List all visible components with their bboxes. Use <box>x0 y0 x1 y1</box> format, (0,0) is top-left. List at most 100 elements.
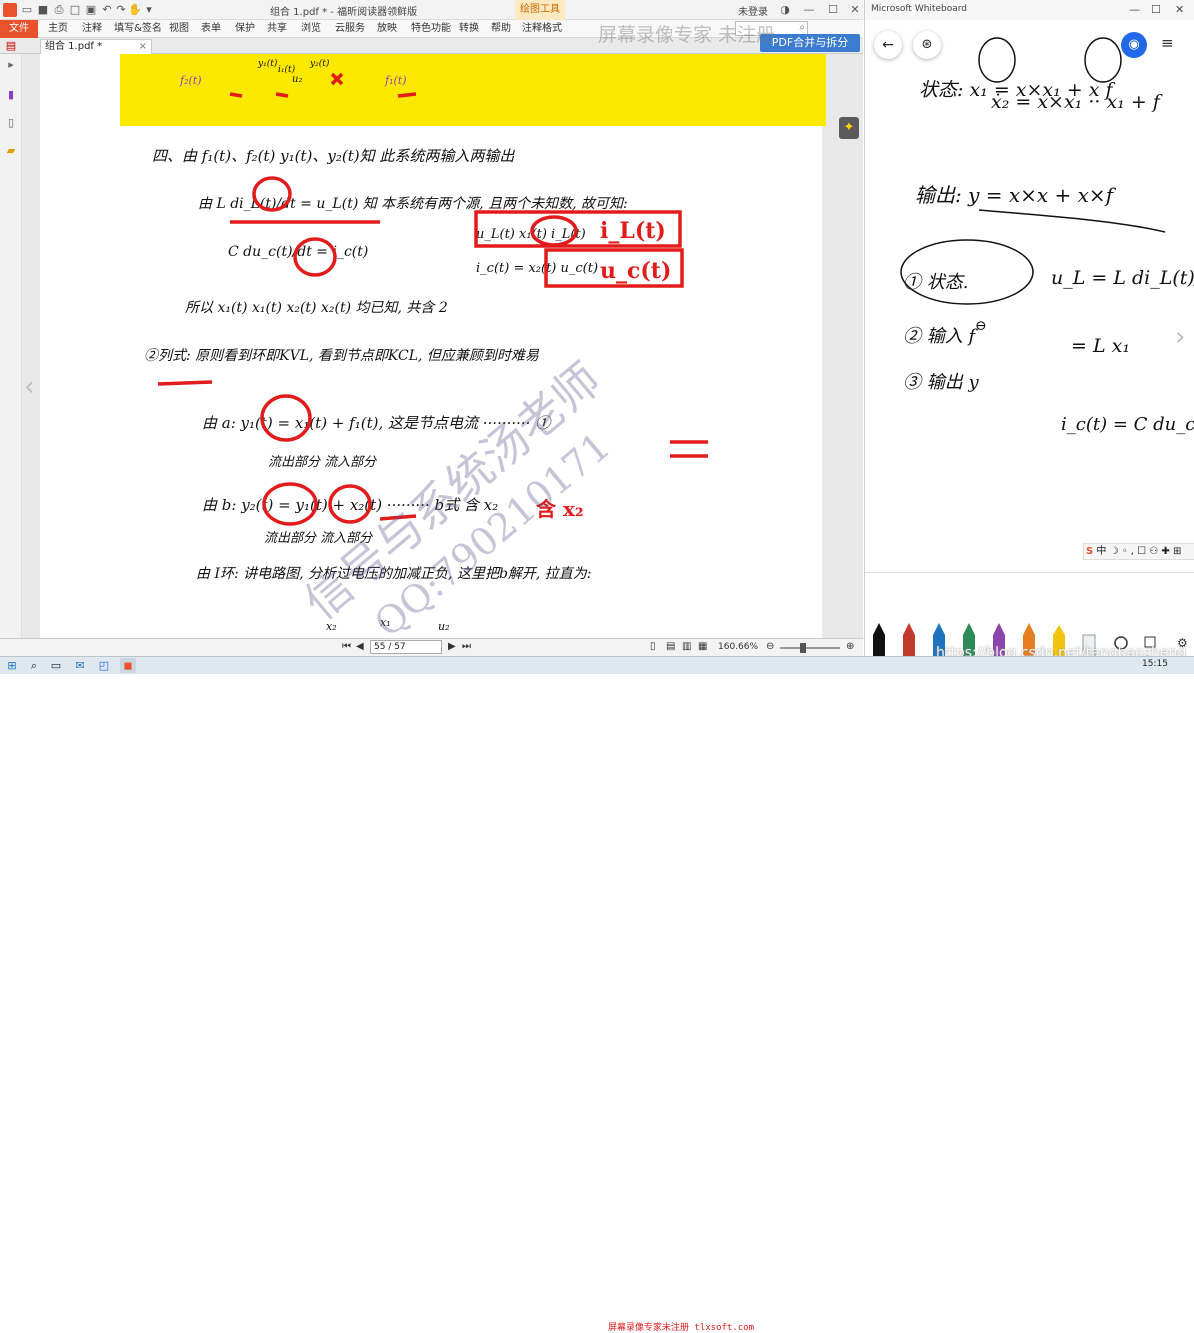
taskbar: ⊞ ⌕ ▭ ✉ ◰ ◼ 屏幕录像专家未注册 tlxsoft.com 15:15 <box>0 656 1194 1333</box>
app-logo[interactable] <box>3 3 17 17</box>
single-page-view-icon[interactable]: ▯ <box>650 641 656 652</box>
task-view-icon[interactable]: ▭ <box>48 658 64 673</box>
red-note: i_L(t) <box>600 218 666 244</box>
redo-icon[interactable]: ↷ <box>114 3 128 17</box>
tab-comment-format[interactable]: 注释格式 <box>522 20 562 38</box>
open-folder-icon[interactable]: ▭ <box>20 3 34 17</box>
reader-icon[interactable]: ◼ <box>120 658 136 673</box>
document-tab-label: 组合 1.pdf * <box>45 41 103 52</box>
facing-view-icon[interactable]: ▥ <box>682 641 691 652</box>
status-bar: ⏮ ◀ 55 / 57 ▶ ⏭ ▯ ▤ ▥ ▦ 160.66% ⊖ ⊕ <box>0 638 863 656</box>
note-line: i_c(t) = x₂(t) u_c(t) <box>476 261 598 276</box>
previous-page-arrow[interactable]: ‹ <box>24 372 34 402</box>
minimize-icon[interactable]: — <box>802 3 816 17</box>
tab-protect[interactable]: 保护 <box>232 20 258 38</box>
first-page-button[interactable]: ⏮ <box>342 641 351 652</box>
tab-fill-sign[interactable]: 填写&签名 <box>112 20 164 38</box>
wb-ink-line: 输出: y = x×x + x×f <box>915 183 1117 207</box>
wb-ink-line: ② 输入 f <box>903 326 978 347</box>
skin-icon[interactable]: ◑ <box>778 3 792 17</box>
title-bar: ▭ ■ ⎙ □ ▣ ↶ ↷ ✋ ▾ 组合 1.pdf * - 福昕阅读器领鲜版 … <box>0 0 863 20</box>
bookmark-icon[interactable]: ▮ <box>5 88 17 101</box>
tab-home[interactable]: 主页 <box>44 20 72 38</box>
next-page-button[interactable]: ▶ <box>448 641 456 652</box>
wb-ink-line: ③ 输出 y <box>903 372 979 393</box>
comment-icon[interactable]: ▰ <box>5 144 17 157</box>
cover-view-icon[interactable]: ▦ <box>698 641 707 652</box>
continuous-view-icon[interactable]: ▤ <box>666 641 675 652</box>
whiteboard-canvas[interactable]: 状态: x₁ = x×x₁ + x f ẋ₂ = x×x₁ ·· x₁ + f … <box>865 0 1194 572</box>
pages-icon[interactable]: ▯ <box>5 116 17 129</box>
zoom-level[interactable]: 160.66% <box>718 642 758 652</box>
note-line: 由 L di_L(t)/dt = u_L(t) 知 本系统有两个源, 且两个未知… <box>198 196 628 212</box>
band-label: u₂ <box>292 74 302 85</box>
document-tab[interactable]: 组合 1.pdf * × <box>40 39 152 54</box>
sogou-logo-icon: S <box>1086 546 1094 557</box>
maximize-icon[interactable]: ☐ <box>826 3 840 17</box>
handwritten-notes: f₂(t) y₁(t) i₁(t) y₂(t) u₂ f₁(t) 四、由 f₁(… <box>144 58 708 638</box>
note-line: ②列式: 原则看到环即KVL, 看到节点即KCL, 但应兼顾到时难易 <box>144 348 540 364</box>
ime-status: 中 ☽ ◦ , ☐ ⚇ ✚ ⊞ <box>1096 546 1182 557</box>
pdf-file-icon: ▤ <box>5 39 17 52</box>
pdf-page: f₂(t) y₁(t) i₁(t) y₂(t) u₂ f₁(t) 四、由 f₁(… <box>40 54 826 638</box>
tab-comment[interactable]: 注释 <box>78 20 106 38</box>
tab-help[interactable]: 帮助 <box>488 20 514 38</box>
close-tab-icon[interactable]: × <box>139 40 147 54</box>
page-number-input[interactable]: 55 / 57 <box>370 640 442 654</box>
navigation-panel: ▸ ▮ ▯ ▰ <box>0 54 22 638</box>
tab-view[interactable]: 视图 <box>166 20 192 38</box>
band-label: y₁(t) <box>257 58 278 69</box>
pen-red-icon[interactable] <box>903 635 915 657</box>
customize-icon[interactable]: ▾ <box>142 3 156 17</box>
zoom-in-icon[interactable]: ⊕ <box>846 641 854 652</box>
pen-black-icon[interactable] <box>873 635 885 657</box>
tab-browse[interactable]: 浏览 <box>298 20 324 38</box>
ime-toolbar[interactable]: S 中 ☽ ◦ , ☐ ⚇ ✚ ⊞ <box>1083 543 1194 560</box>
red-ink-annotations <box>157 72 708 526</box>
wb-ink-line: ẋ₂ = x×x₁ ·· x₁ + f <box>991 91 1163 113</box>
red-note: u_c(t) <box>600 258 671 284</box>
close-icon[interactable]: ✕ <box>848 3 862 17</box>
tab-cloud[interactable]: 云服务 <box>332 20 368 38</box>
last-page-button[interactable]: ⏭ <box>462 641 471 652</box>
zoom-slider[interactable] <box>780 647 840 649</box>
context-tab-drawing-tools[interactable]: 绘图工具 <box>515 0 565 20</box>
tab-convert[interactable]: 转换 <box>456 20 482 38</box>
tab-form[interactable]: 表单 <box>198 20 224 38</box>
search-icon[interactable]: ⌕ <box>799 22 805 33</box>
search-icon[interactable]: ⌕ <box>26 658 42 673</box>
document-viewport[interactable]: f₂(t) y₁(t) i₁(t) y₂(t) u₂ f₁(t) 四、由 f₁(… <box>22 54 863 638</box>
new-icon[interactable]: □ <box>68 3 82 17</box>
pen-toolbar: ⚙ <box>864 572 1194 657</box>
zoom-out-icon[interactable]: ⊖ <box>766 641 774 652</box>
lightbulb-icon[interactable]: ✦ <box>839 117 859 139</box>
band-label: y₂(t) <box>309 58 330 69</box>
previous-page-button[interactable]: ◀ <box>356 641 364 652</box>
hand-icon[interactable]: ✋ <box>128 3 142 17</box>
start-icon[interactable]: ⊞ <box>4 658 20 673</box>
undo-icon[interactable]: ↶ <box>100 3 114 17</box>
pdf-reader-window: ▭ ■ ⎙ □ ▣ ↶ ↷ ✋ ▾ 组合 1.pdf * - 福昕阅读器领鲜版 … <box>0 0 863 656</box>
recorder-watermark: 屏幕录像专家 未注册 <box>598 24 776 46</box>
wb-ink-line: i_c(t) = C du_c(t)/dt <box>1061 414 1194 435</box>
tab-file[interactable]: 文件 <box>0 20 38 38</box>
wb-ink-line: u_L = L di_L(t)/dt <box>1051 267 1194 289</box>
next-page-arrow[interactable]: › <box>1175 322 1185 352</box>
copy-icon[interactable]: ▣ <box>84 3 98 17</box>
clock: 15:15 <box>1142 659 1168 669</box>
expand-panel-icon[interactable]: ▸ <box>5 58 17 71</box>
note-line: 四、由 f₁(t)、f₂(t) y₁(t)、y₂(t)知 此系统两输入两输出 <box>152 147 515 165</box>
tab-share[interactable]: 共享 <box>264 20 290 38</box>
save-icon[interactable]: ■ <box>36 3 50 17</box>
zoom-slider-thumb[interactable] <box>800 643 806 653</box>
note-line: u₂ <box>438 620 450 633</box>
print-icon[interactable]: ⎙ <box>52 3 66 17</box>
whiteboard-window: Microsoft Whiteboard — ☐ ✕ ← ⊛ ◉ ≡ 状态: x… <box>864 0 1194 572</box>
tab-slideshow[interactable]: 放映 <box>374 20 400 38</box>
tab-features[interactable]: 特色功能 <box>406 20 456 38</box>
login-link[interactable]: 未登录 <box>738 3 768 18</box>
whiteboard-icon[interactable]: ◰ <box>96 658 112 673</box>
mail-icon[interactable]: ✉ <box>72 658 88 673</box>
note-line: 流出部分 流入部分 <box>268 455 377 470</box>
wb-ink-line: = L x₁ <box>1071 335 1130 357</box>
